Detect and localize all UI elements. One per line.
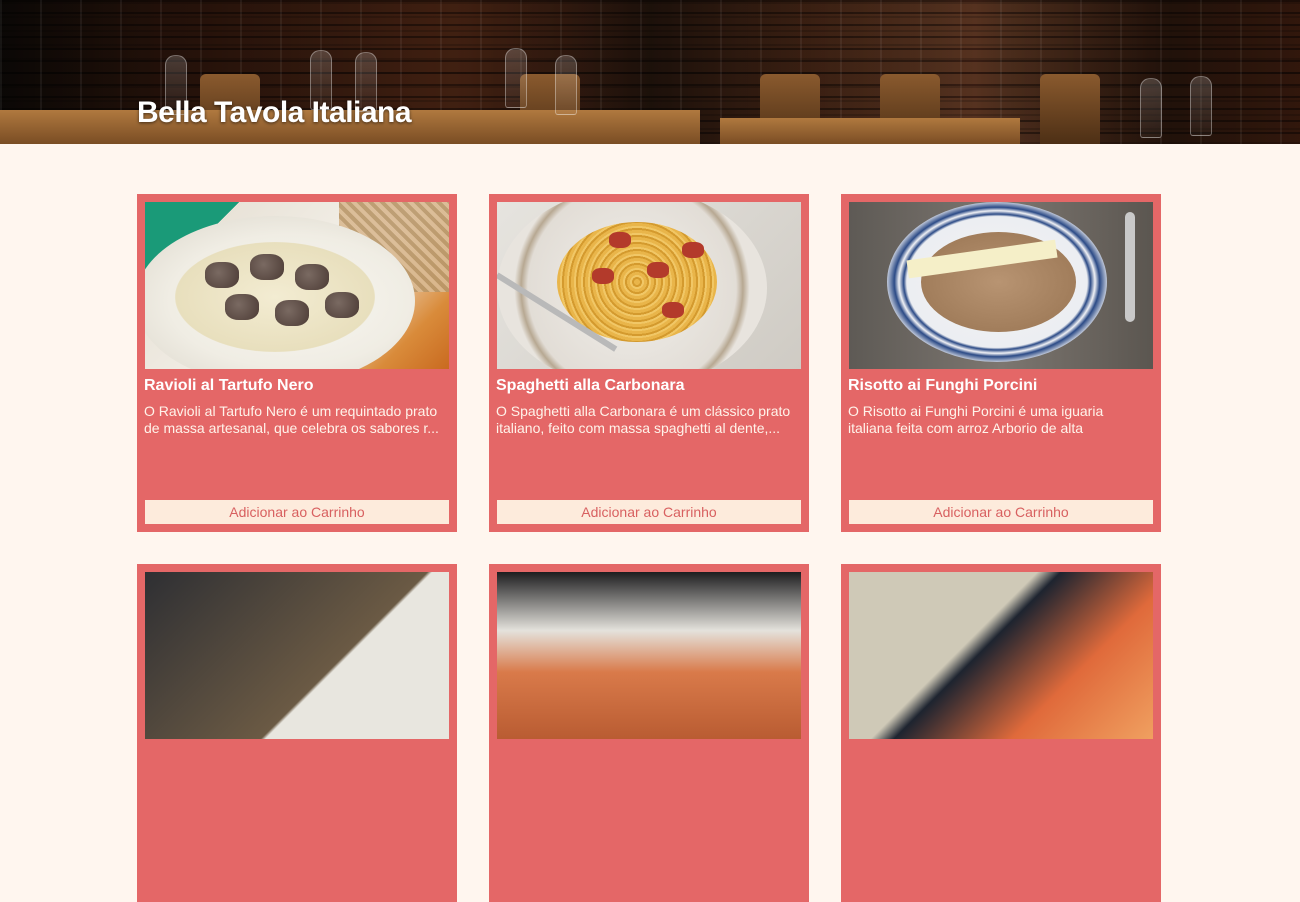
dish-description: O Spaghetti alla Carbonara é um clássico…: [496, 403, 791, 436]
dish-name: Risotto ai Funghi Porcini: [848, 377, 1038, 394]
ravioli-piece: [225, 294, 259, 320]
fork-icon: [1125, 212, 1135, 322]
dish-description: O Ravioli al Tartufo Nero é um requintad…: [144, 403, 439, 436]
ravioli-piece: [275, 300, 309, 326]
ravioli-piece: [250, 254, 284, 280]
add-to-cart-button[interactable]: Adicionar ao Carrinho: [497, 500, 801, 524]
meat-dish-photo: [145, 572, 449, 739]
seafood-dish-photo: [849, 572, 1153, 739]
guanciale-piece: [609, 232, 631, 248]
guanciale-piece: [592, 268, 614, 284]
menu-card: [841, 564, 1161, 902]
guanciale-piece: [662, 302, 684, 318]
carbonara-dish-photo: [497, 202, 801, 369]
menu-card: Ravioli al Tartufo Nero O Ravioli al Tar…: [137, 194, 457, 532]
ravioli-piece: [295, 264, 329, 290]
table-shape: [720, 118, 1020, 144]
page-title: Bella Tavola Italiana: [137, 96, 412, 129]
guanciale-piece: [647, 262, 669, 278]
dish-description: O Risotto ai Funghi Porcini é uma iguari…: [848, 403, 1104, 436]
wine-glass-icon: [505, 48, 527, 108]
add-to-cart-button[interactable]: Adicionar ao Carrinho: [849, 500, 1153, 524]
guanciale-piece: [682, 242, 704, 258]
menu-card: Risotto ai Funghi Porcini O Risotto ai F…: [841, 194, 1161, 532]
hero-banner: Bella Tavola Italiana: [0, 0, 1300, 144]
add-to-cart-button[interactable]: Adicionar ao Carrinho: [145, 500, 449, 524]
menu-card: Spaghetti alla Carbonara O Spaghetti all…: [489, 194, 809, 532]
ravioli-piece: [325, 292, 359, 318]
menu-card: [489, 564, 809, 902]
ravioli-dish-photo: [145, 202, 449, 369]
wine-glass-icon: [1140, 78, 1162, 138]
dish-name: Ravioli al Tartufo Nero: [144, 377, 314, 394]
wine-glass-icon: [1190, 76, 1212, 136]
rice-dish-photo: [497, 572, 801, 739]
risotto-dish-photo: [849, 202, 1153, 369]
dish-name: Spaghetti alla Carbonara: [496, 377, 685, 394]
ravioli-piece: [205, 262, 239, 288]
chair-shape: [1040, 74, 1100, 144]
wine-glass-icon: [555, 55, 577, 115]
menu-grid: Ravioli al Tartufo Nero O Ravioli al Tar…: [137, 194, 1161, 902]
menu-card: [137, 564, 457, 902]
